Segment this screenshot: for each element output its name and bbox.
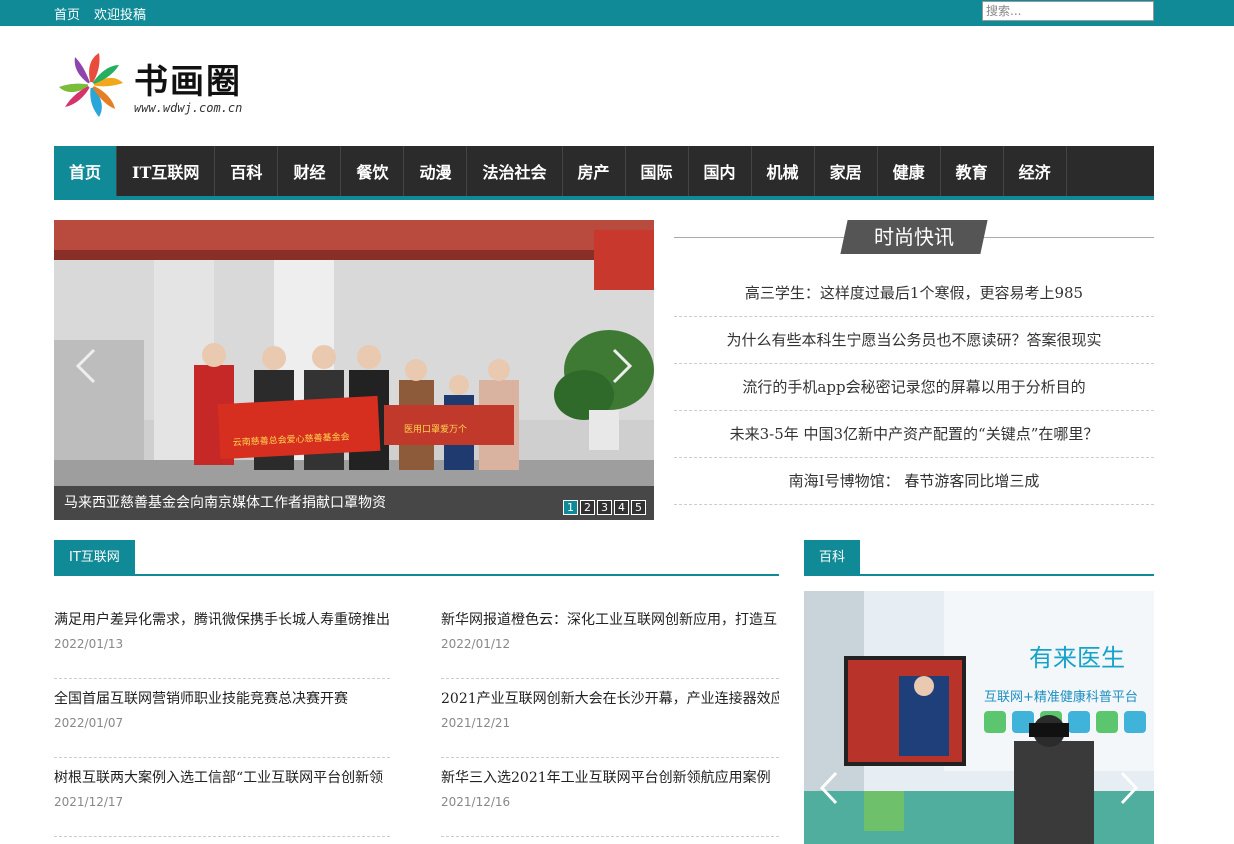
nav-item-home-living[interactable]: 家居 — [815, 146, 878, 196]
logo-text: 书画圈 — [134, 62, 242, 102]
news-title[interactable]: 全国首届互联网营销师职业技能竞赛总决赛开赛 — [54, 688, 390, 708]
section-header: 百科 — [804, 540, 1154, 576]
top-link-home[interactable]: 首页 — [54, 4, 80, 23]
section-baike: 百科 — [804, 540, 1154, 576]
news-date: 2022/01/13 — [54, 637, 124, 651]
nav-item-economy[interactable]: 经济 — [1004, 146, 1067, 196]
list-item[interactable]: 新华网报道橙色云：深化工业互联网创新应用，打造互 2022/01/12 — [441, 600, 779, 679]
baike-next-arrow-icon[interactable] — [1118, 771, 1140, 805]
nav-item-baike[interactable]: 百科 — [215, 146, 279, 196]
list-item[interactable]: 未来3-5年 中国3亿新中产资产配置的“关键点”在哪里？ — [674, 411, 1154, 458]
slider-next-arrow-icon[interactable] — [610, 348, 634, 384]
section-tab-it[interactable]: IT互联网 — [54, 540, 135, 576]
section-it: IT互联网 — [54, 540, 779, 576]
list-item[interactable]: 为什么有些本科生宁愿当公务员也不愿读研？答案很现实 — [674, 317, 1154, 364]
top-links: 首页 欢迎投稿 — [54, 4, 146, 23]
list-item[interactable]: 全国首届互联网营销师职业技能竞赛总决赛开赛 2022/01/07 — [54, 679, 390, 758]
section-tab-baike[interactable]: 百科 — [804, 540, 861, 576]
section-header: IT互联网 — [54, 540, 779, 576]
news-date: 2021/12/17 — [54, 795, 124, 809]
flash-news: 时尚快讯 高三学生：这样度过最后1个寒假，更容易考上985 为什么有些本科生宁愿… — [674, 220, 1154, 520]
news-date: 2021/12/16 — [441, 795, 511, 809]
flower-logo-icon — [59, 53, 123, 117]
news-date: 2022/01/07 — [54, 716, 124, 730]
nav-item-home[interactable]: 首页 — [54, 146, 118, 196]
sign-slogan: 互联网+精准健康科普平台 — [984, 689, 1138, 705]
list-item[interactable]: 新华三入选2021年工业互联网平台创新领航应用案例 2021/12/16 — [441, 758, 779, 837]
nav-item-international[interactable]: 国际 — [626, 146, 689, 196]
flash-title: 时尚快讯 — [840, 220, 988, 254]
list-item[interactable]: 流行的手机app会秘密记录您的屏幕以用于分析目的 — [674, 364, 1154, 411]
news-date: 2021/12/21 — [441, 716, 511, 730]
slider-dot[interactable]: 4 — [614, 500, 629, 515]
nav-item-food[interactable]: 餐饮 — [341, 146, 405, 196]
baike-photo: 有来医生 互联网+精准健康科普平台 — [804, 591, 1154, 844]
nav-item-anime[interactable]: 动漫 — [404, 146, 468, 196]
news-date: 2022/01/12 — [441, 637, 511, 651]
nav-item-education[interactable]: 教育 — [941, 146, 1004, 196]
news-title[interactable]: 满足用户差异化需求，腾讯微保携手长城人寿重磅推出 — [54, 609, 390, 629]
nav-item-realestate[interactable]: 房产 — [563, 146, 626, 196]
site-logo[interactable]: 书画圈 www.wdwj.com.cn — [56, 50, 256, 122]
top-link-submit[interactable]: 欢迎投稿 — [94, 4, 146, 23]
news-title[interactable]: 新华三入选2021年工业互联网平台创新领航应用案例 — [441, 767, 779, 787]
slider-dots: 1 2 3 4 5 — [563, 500, 646, 515]
list-item[interactable]: 2021产业互联网创新大会在长沙开幕，产业连接器效应 2021/12/21 — [441, 679, 779, 758]
flash-list: 高三学生：这样度过最后1个寒假，更容易考上985 为什么有些本科生宁愿当公务员也… — [674, 270, 1154, 505]
list-item[interactable]: 南海I号博物馆： 春节游客同比增三成 — [674, 458, 1154, 505]
baike-image[interactable]: 有来医生 互联网+精准健康科普平台 — [804, 591, 1154, 844]
list-item[interactable]: 满足用户差异化需求，腾讯微保携手长城人寿重磅推出 2022/01/13 — [54, 600, 390, 679]
news-title[interactable]: 树根互联两大案例入选工信部“工业互联网平台创新领 — [54, 767, 390, 787]
news-title[interactable]: 2021产业互联网创新大会在长沙开幕，产业连接器效应 — [441, 688, 779, 708]
nav-item-machinery[interactable]: 机械 — [752, 146, 815, 196]
search-input[interactable] — [982, 1, 1154, 21]
banner-text-right: 医用口罩爱万个 — [404, 424, 467, 435]
slider-photo: 云南慈善总会爱心慈善基金会 医用口罩爱万个 — [54, 220, 654, 520]
slider-dot[interactable]: 2 — [580, 500, 595, 515]
nav-item-health[interactable]: 健康 — [878, 146, 941, 196]
slider-prev-arrow-icon[interactable] — [74, 348, 98, 384]
slider-dot[interactable]: 5 — [631, 500, 646, 515]
main-nav: 首页 IT互联网 百科 财经 餐饮 动漫 法治社会 房产 国际 国内 机械 家居… — [54, 146, 1154, 200]
image-slider[interactable]: 云南慈善总会爱心慈善基金会 医用口罩爱万个 马来西亚慈善基金会向南京媒体工作者捐… — [54, 220, 654, 520]
nav-item-it[interactable]: IT互联网 — [117, 146, 216, 196]
baike-prev-arrow-icon[interactable] — [818, 771, 840, 805]
nav-item-law[interactable]: 法治社会 — [467, 146, 563, 196]
top-bar: 首页 欢迎投稿 — [0, 0, 1234, 26]
list-item[interactable]: 高三学生：这样度过最后1个寒假，更容易考上985 — [674, 270, 1154, 317]
slider-dot[interactable]: 1 — [563, 500, 578, 515]
nav-item-domestic[interactable]: 国内 — [689, 146, 752, 196]
slider-caption[interactable]: 马来西亚慈善基金会向南京媒体工作者捐献口罩物资 — [64, 492, 386, 512]
slider-dot[interactable]: 3 — [597, 500, 612, 515]
news-title[interactable]: 新华网报道橙色云：深化工业互联网创新应用，打造互 — [441, 609, 779, 629]
nav-item-finance[interactable]: 财经 — [278, 146, 342, 196]
sign-brand: 有来医生 — [1029, 644, 1125, 672]
logo-url: www.wdwj.com.cn — [134, 101, 243, 115]
news-column: 新华网报道橙色云：深化工业互联网创新应用，打造互 2022/01/12 2021… — [441, 600, 779, 837]
list-item[interactable]: 树根互联两大案例入选工信部“工业互联网平台创新领 2021/12/17 — [54, 758, 390, 837]
news-column: 满足用户差异化需求，腾讯微保携手长城人寿重磅推出 2022/01/13 全国首届… — [54, 600, 390, 837]
